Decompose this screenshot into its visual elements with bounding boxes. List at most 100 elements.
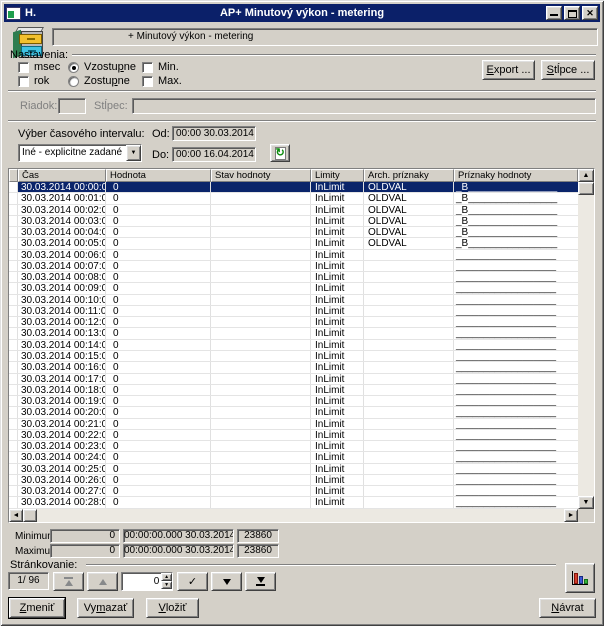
last-page-button[interactable] — [245, 572, 276, 591]
column-field-label: Stĺpec: — [94, 100, 128, 112]
table-row[interactable]: 30.03.2014 00:26:00 0 InLimit __________… — [9, 475, 578, 486]
header-cas[interactable]: Čas — [18, 169, 106, 182]
table-row[interactable]: 30.03.2014 00:16:00 0 InLimit __________… — [9, 362, 578, 373]
table-row[interactable]: 30.03.2014 00:24:00 0 InLimit __________… — [9, 452, 578, 463]
header-stav-hodnoty[interactable]: Stav hodnoty — [211, 169, 311, 182]
table-row[interactable]: 30.03.2014 00:17:00 0 InLimit __________… — [9, 374, 578, 385]
table-row[interactable]: 30.03.2014 00:28:00 0 InLimit __________… — [9, 497, 578, 508]
change-button[interactable]: Zmeniť — [9, 598, 65, 618]
table-row[interactable]: 30.03.2014 00:21:00 0 InLimit __________… — [9, 419, 578, 430]
cell-arch-flags — [364, 452, 454, 462]
vertical-scroll-track[interactable] — [578, 195, 594, 496]
previous-page-icon — [99, 579, 107, 585]
delete-button[interactable]: Vymazať — [77, 598, 134, 618]
cell-time: 30.03.2014 00:11:00 — [18, 306, 106, 316]
table-row[interactable]: 30.03.2014 00:09:00 0 InLimit __________… — [9, 283, 578, 294]
back-button[interactable]: Návrat — [539, 598, 596, 618]
minimum-value-field: 0 — [50, 529, 120, 543]
table-row[interactable]: 30.03.2014 00:00:00 0 InLimit OLDVAL _B_… — [9, 182, 578, 193]
table-row[interactable]: 30.03.2014 00:12:00 0 InLimit __________… — [9, 317, 578, 328]
horizontal-scroll-track[interactable] — [37, 509, 564, 522]
row-indicator-cell — [9, 351, 18, 361]
tree-node-metering[interactable]: + Minutový výkon - metering — [52, 28, 598, 46]
maximize-button[interactable] — [564, 6, 580, 20]
table-row[interactable]: 30.03.2014 00:22:00 0 InLimit __________… — [9, 430, 578, 441]
cell-time: 30.03.2014 00:28:00 — [18, 497, 106, 507]
cell-value-flags: __________________ — [454, 486, 578, 496]
descending-radio[interactable] — [68, 76, 79, 87]
cell-state — [211, 193, 311, 203]
to-field[interactable]: 00:00 16.04.2014 — [172, 147, 256, 162]
ascending-radio[interactable] — [68, 62, 79, 73]
table-row[interactable]: 30.03.2014 00:18:00 0 InLimit __________… — [9, 385, 578, 396]
previous-page-button[interactable] — [87, 572, 118, 591]
horizontal-scroll-thumb[interactable] — [23, 509, 37, 522]
spinner-down-button[interactable]: ▼ — [161, 581, 172, 589]
cell-arch-flags — [364, 317, 454, 327]
table-row[interactable]: 30.03.2014 00:06:00 0 InLimit __________… — [9, 250, 578, 261]
scroll-down-button[interactable]: ▼ — [578, 496, 594, 509]
cell-state — [211, 340, 311, 350]
table-row[interactable]: 30.03.2014 00:05:00 0 InLimit OLDVAL _B_… — [9, 238, 578, 249]
spinner-up-button[interactable]: ▲ — [161, 573, 172, 581]
columns-button[interactable]: Stĺpce ... — [541, 60, 595, 80]
horizontal-scrollbar[interactable]: ◄ ► — [9, 509, 578, 522]
cell-limits: InLimit — [311, 238, 364, 248]
min-checkbox[interactable] — [142, 62, 153, 73]
first-page-button[interactable] — [53, 572, 84, 591]
insert-button[interactable]: Vložiť — [146, 598, 199, 618]
chart-button[interactable] — [565, 563, 595, 593]
export-button[interactable]: Export ... — [482, 60, 535, 80]
from-field[interactable]: 00:00 30.03.2014 — [172, 126, 256, 141]
table-row[interactable]: 30.03.2014 00:13:00 0 InLimit __________… — [9, 328, 578, 339]
cell-value-flags: __________________ — [454, 441, 578, 451]
row-indicator-cell — [9, 317, 18, 327]
table-row[interactable]: 30.03.2014 00:25:00 0 InLimit __________… — [9, 464, 578, 475]
scroll-left-button[interactable]: ◄ — [9, 509, 23, 522]
table-row[interactable]: 30.03.2014 00:03:00 0 InLimit OLDVAL _B_… — [9, 216, 578, 227]
table-row[interactable]: 30.03.2014 00:14:00 0 InLimit __________… — [9, 340, 578, 351]
table-row[interactable]: 30.03.2014 00:23:00 0 InLimit __________… — [9, 441, 578, 452]
dropdown-arrow-icon[interactable]: ▼ — [126, 145, 141, 161]
scrollbar-corner — [578, 509, 594, 522]
cell-limits: InLimit — [311, 272, 364, 282]
table-row[interactable]: 30.03.2014 00:11:00 0 InLimit __________… — [9, 306, 578, 317]
header-arch-priznaky[interactable]: Arch. príznaky — [364, 169, 454, 182]
table-row[interactable]: 30.03.2014 00:02:00 0 InLimit OLDVAL _B_… — [9, 205, 578, 216]
table-row[interactable]: 30.03.2014 00:27:00 0 InLimit __________… — [9, 486, 578, 497]
scroll-up-button[interactable]: ▲ — [578, 169, 594, 182]
cell-limits: InLimit — [311, 216, 364, 226]
vertical-scrollbar[interactable]: ▲ ▼ — [578, 169, 594, 522]
table-row[interactable]: 30.03.2014 00:04:00 0 InLimit OLDVAL _B_… — [9, 227, 578, 238]
interval-dropdown[interactable]: Iné - explicitne zadané ▼ — [18, 144, 142, 162]
table-row[interactable]: 30.03.2014 00:15:00 0 InLimit __________… — [9, 351, 578, 362]
header-priznaky-hodnoty[interactable]: Príznaky hodnoty — [454, 169, 578, 182]
table-row[interactable]: 30.03.2014 00:19:00 0 InLimit __________… — [9, 396, 578, 407]
minimize-button[interactable] — [546, 6, 562, 20]
app-window: H. AP+ Minutový výkon - metering ✕ + Min… — [0, 0, 604, 626]
table-row[interactable]: 30.03.2014 00:20:00 0 InLimit __________… — [9, 407, 578, 418]
table-row[interactable]: 30.03.2014 00:08:00 0 InLimit __________… — [9, 272, 578, 283]
rok-checkbox[interactable] — [18, 76, 29, 87]
cell-state — [211, 182, 311, 192]
row-indicator-cell — [9, 430, 18, 440]
go-to-page-button[interactable]: ✓ — [177, 572, 208, 591]
table-row[interactable]: 30.03.2014 00:10:00 0 InLimit __________… — [9, 295, 578, 306]
header-limity[interactable]: Limity — [311, 169, 364, 182]
cell-time: 30.03.2014 00:25:00 — [18, 464, 106, 474]
table-row[interactable]: 30.03.2014 00:07:00 0 InLimit __________… — [9, 261, 578, 272]
msec-checkbox[interactable] — [18, 62, 29, 73]
vertical-scroll-thumb[interactable] — [578, 182, 594, 195]
header-hodnota[interactable]: Hodnota — [106, 169, 211, 182]
next-page-button[interactable] — [211, 572, 242, 591]
cell-value: 0 — [106, 317, 211, 327]
page-spinner[interactable]: ▲ ▼ — [121, 572, 173, 591]
scroll-right-button[interactable]: ► — [564, 509, 578, 522]
cell-value-flags: __________________ — [454, 374, 578, 384]
max-checkbox[interactable] — [142, 76, 153, 87]
refresh-button[interactable]: ↻ — [270, 144, 290, 162]
close-button[interactable]: ✕ — [582, 6, 598, 20]
table-row[interactable]: 30.03.2014 00:01:00 0 InLimit OLDVAL _B_… — [9, 193, 578, 204]
page-spinner-input[interactable] — [122, 573, 161, 590]
cell-arch-flags — [364, 441, 454, 451]
